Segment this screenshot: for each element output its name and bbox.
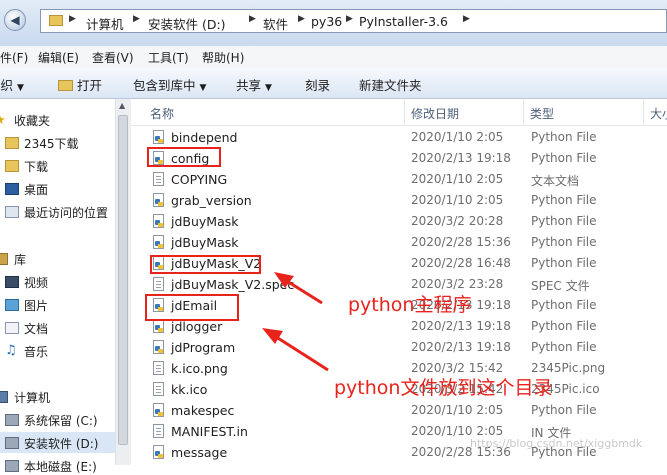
arrowhead-main-program	[274, 272, 294, 288]
annotation-main-program: python主程序	[348, 294, 472, 316]
arrow-directory	[269, 331, 329, 372]
arrowhead-directory	[262, 328, 283, 344]
watermark: https://blog.csdn.net/xiggbmdk	[470, 437, 643, 450]
annotation-put-here: python文件放到这个目录	[334, 377, 553, 399]
